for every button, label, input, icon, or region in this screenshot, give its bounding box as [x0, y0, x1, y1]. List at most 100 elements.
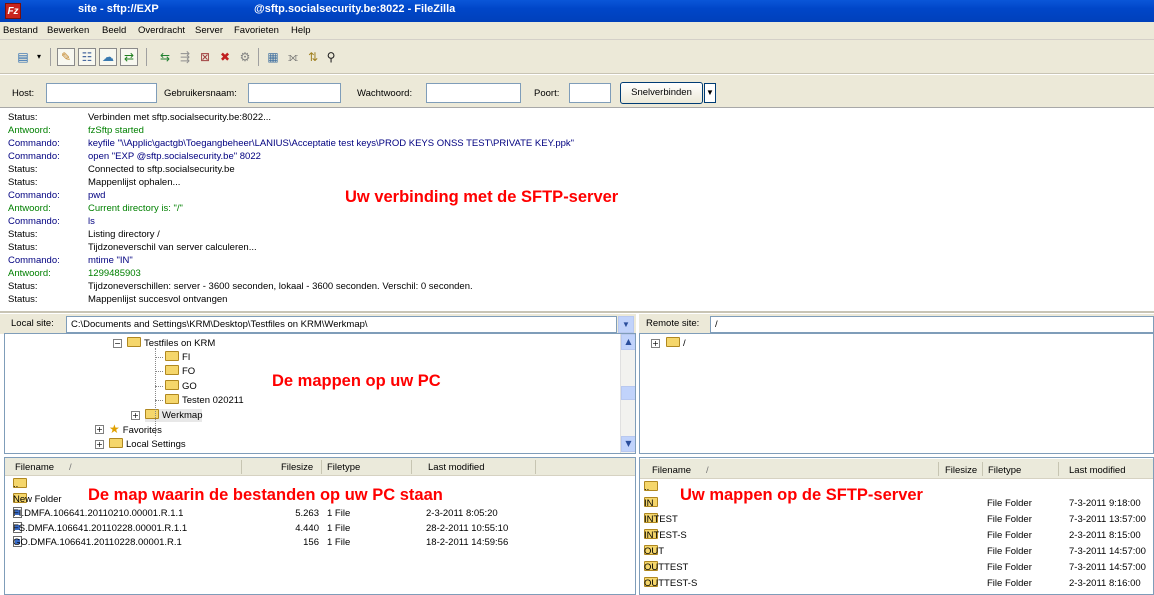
col-filename[interactable]: Filename — [652, 465, 691, 476]
local-site-dropdown-icon[interactable]: ▼ — [618, 316, 634, 333]
scroll-down-icon[interactable]: ▼ — [621, 436, 635, 452]
tree-expander-icon[interactable]: + — [95, 440, 104, 449]
menu-beeld[interactable]: Beeld — [102, 25, 126, 36]
remote-tree-icon[interactable]: ☁ — [99, 48, 117, 66]
folder-icon — [165, 380, 179, 390]
menu-bestand[interactable]: Bestand — [3, 25, 38, 36]
log-type: Commando: — [8, 151, 60, 162]
remote-site-path-input[interactable]: / — [710, 316, 1154, 333]
tree-node[interactable]: FI — [165, 351, 190, 364]
refresh-icon[interactable]: ⇆ — [156, 48, 174, 66]
col-filesize[interactable]: Filesize — [945, 465, 977, 476]
local-tree-scrollbar[interactable]: ▲ ▼ — [620, 334, 635, 453]
menu-favorieten[interactable]: Favorieten — [234, 25, 279, 36]
log-type: Status: — [8, 177, 38, 188]
file-modified: 2-3-2011 8:15:00 — [1069, 530, 1141, 541]
tree-node[interactable]: / — [666, 337, 686, 350]
folder-icon — [165, 394, 179, 404]
col-filetype[interactable]: Filetype — [988, 465, 1021, 476]
file-type: 1 File — [327, 508, 351, 519]
menu-server[interactable]: Server — [195, 25, 223, 36]
local-file-list[interactable]: Filename / Filesize Filetype Last modifi… — [4, 457, 636, 595]
log-entry: Status: Verbinden met sftp.socialsecurity… — [8, 112, 1148, 123]
remote-file-list[interactable]: Filename / Filesize Filetype Last modifi… — [639, 457, 1154, 595]
log-message: Listing directory / — [88, 229, 160, 240]
tree-node[interactable]: Werkmap — [145, 409, 203, 422]
file-modified: 7-3-2011 14:57:00 — [1069, 562, 1146, 573]
password-input[interactable] — [426, 83, 521, 103]
col-filetype[interactable]: Filetype — [327, 462, 360, 473]
col-filesize[interactable]: Filesize — [281, 462, 313, 473]
username-input[interactable] — [248, 83, 341, 103]
log-entry: Status: Connected to sftp.socialsecurity.… — [8, 164, 1148, 175]
search-icon[interactable]: ⚲ — [322, 48, 340, 66]
file-size: 4.440 — [295, 522, 319, 534]
message-log[interactable]: Status: Verbinden met sftp.socialsecurity… — [0, 108, 1154, 313]
site-manager-icon[interactable]: ▤ — [14, 48, 32, 66]
title-bar[interactable]: Fz site - sftp://EXP @sftp.socialsecurit… — [0, 0, 1154, 22]
tree-node[interactable]: Testfiles on KRM — [127, 337, 215, 350]
message-log-icon[interactable]: ✎ — [57, 48, 75, 66]
tree-expander-icon[interactable]: + — [651, 339, 660, 348]
cancel-icon[interactable]: ⊠ — [196, 48, 214, 66]
col-last-modified[interactable]: Last modified — [428, 462, 485, 473]
folder-icon — [145, 409, 159, 419]
local-site-path-input[interactable]: C:\Documents and Settings\KRM\Desktop\Te… — [66, 316, 617, 333]
file-name: OUTTEST-S — [644, 578, 698, 589]
scroll-up-icon[interactable]: ▲ — [621, 334, 635, 350]
table-row[interactable]: INTEST File Folder 7-3-2011 13:57:00 — [640, 513, 1153, 527]
col-last-modified[interactable]: Last modified — [1069, 465, 1126, 476]
tree-node[interactable]: ★ Favorites — [109, 422, 162, 437]
port-input[interactable] — [569, 83, 611, 103]
tree-node-label: FO — [182, 366, 196, 377]
quickconnect-dropdown-icon[interactable]: ▼ — [704, 83, 716, 103]
reconnect-icon[interactable]: ⚙ — [236, 48, 254, 66]
file-type: File Folder — [987, 562, 1032, 573]
scroll-thumb[interactable] — [621, 386, 635, 400]
tree-node[interactable]: GO — [165, 380, 197, 393]
host-input[interactable] — [46, 83, 157, 103]
table-row[interactable]: GO.DMFA.106641.20110228.00001.R.1 156 1 Fi… — [5, 536, 635, 550]
transfer-queue-icon[interactable]: ⇄ — [120, 48, 138, 66]
menu-help[interactable]: Help — [291, 25, 311, 36]
log-message: mtime "IN" — [88, 255, 133, 266]
tree-node[interactable]: Local Settings — [109, 438, 186, 451]
local-directory-tree[interactable]: − Testfiles on KRM FI FO GO Testen 020211 + Wer… — [4, 333, 636, 454]
log-message: 1299485903 — [88, 268, 141, 279]
log-message: Mappenlijst succesvol ontvangen — [88, 294, 228, 305]
quickconnect-button[interactable]: Snelverbinden — [620, 82, 703, 104]
tree-expander-icon[interactable]: + — [131, 411, 140, 420]
table-row[interactable]: OUTTEST-S File Folder 2-3-2011 8:16:00 — [640, 577, 1153, 591]
filter-icon[interactable]: ▦ — [264, 48, 282, 66]
header-divider — [411, 460, 412, 474]
menu-overdracht[interactable]: Overdracht — [138, 25, 185, 36]
star-icon: ★ — [109, 422, 120, 436]
menu-bewerken[interactable]: Bewerken — [47, 25, 89, 36]
log-message: keyfile "\\Applic\gactgb\Toegangbeheer\L… — [88, 138, 575, 149]
file-type: 1 File — [327, 522, 351, 534]
table-row[interactable]: FS.DMFA.106641.20110228.00001.R.1.1 4.440… — [5, 521, 635, 536]
table-row[interactable]: OUT File Folder 7-3-2011 14:57:00 — [640, 545, 1153, 559]
dropdown-arrow-icon[interactable]: ▾ — [34, 48, 44, 66]
tree-node[interactable]: FO — [165, 365, 195, 378]
remote-directory-tree[interactable]: + / — [639, 333, 1154, 454]
file-name: New Folder — [13, 493, 62, 505]
file-type: File Folder — [987, 578, 1032, 589]
table-row[interactable]: OUTTEST File Folder 7-3-2011 14:57:00 — [640, 561, 1153, 575]
table-row[interactable]: INTEST-S File Folder 2-3-2011 8:15:00 — [640, 529, 1153, 543]
local-tree-icon[interactable]: ☷ — [78, 48, 96, 66]
header-divider — [982, 462, 983, 476]
file-size: 156 — [303, 537, 319, 548]
host-label: Host: — [12, 88, 35, 99]
disconnect-icon[interactable]: ✖ — [216, 48, 234, 66]
tree-expander-icon[interactable]: + — [95, 425, 104, 434]
tree-node[interactable]: Testen 020211 — [165, 394, 244, 407]
compare-icon[interactable]: ⟗ — [284, 48, 302, 66]
sync-browse-icon[interactable]: ⇅ — [304, 48, 322, 66]
file-type: File Folder — [987, 514, 1032, 525]
col-filename[interactable]: Filename — [15, 462, 54, 473]
tree-expander-icon[interactable]: − — [113, 339, 122, 348]
table-row[interactable]: FI.DMFA.106641.20110210.00001.R.1.1 5.263… — [5, 507, 635, 521]
local-site-bar: Local site: C:\Documents and Settings\KR… — [0, 314, 636, 334]
process-queue-icon[interactable]: ⇶ — [176, 48, 194, 66]
